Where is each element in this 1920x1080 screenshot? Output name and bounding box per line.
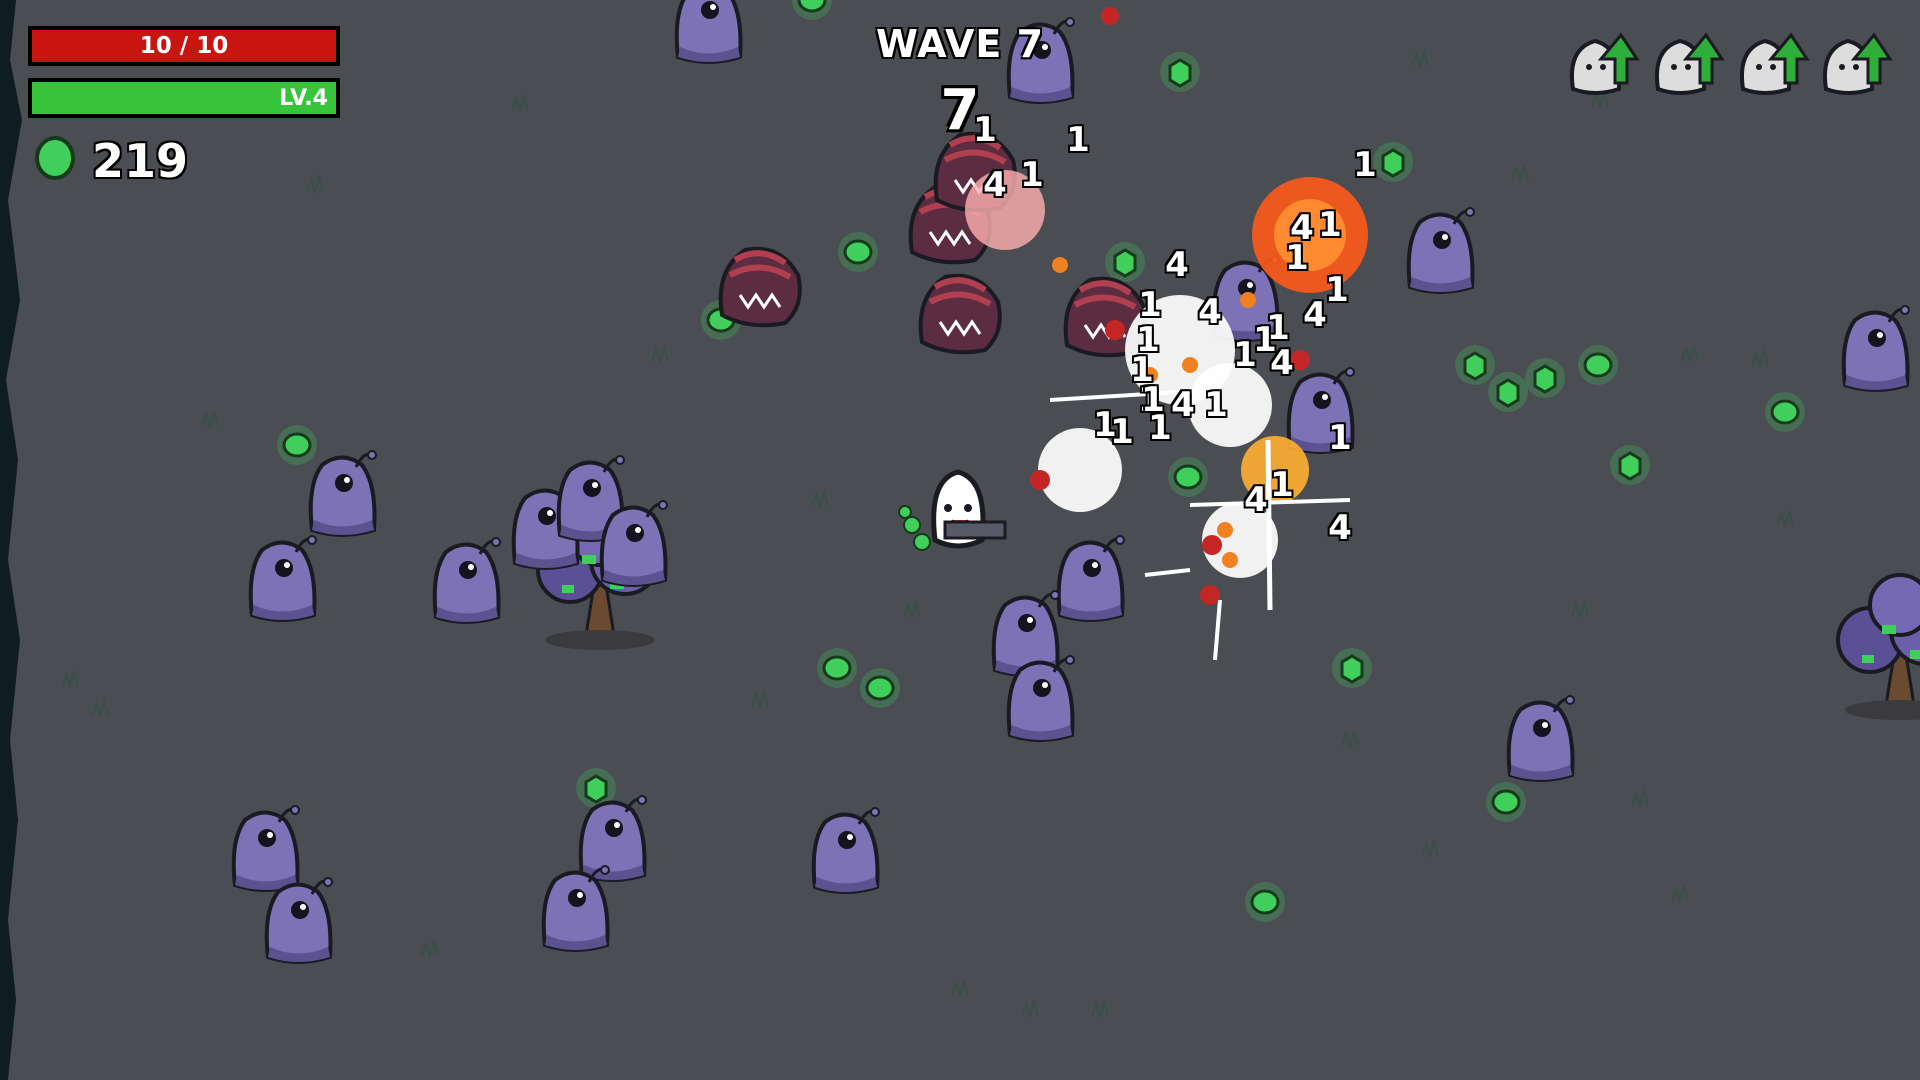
- damage-number: 1: [1066, 120, 1090, 160]
- wave-timer: 7: [940, 78, 980, 143]
- damage-number: 1: [1270, 465, 1294, 505]
- damage-number: 1: [1285, 238, 1309, 278]
- damage-number: 4: [1328, 508, 1352, 548]
- player: [898, 469, 1007, 551]
- damage-number: 1: [1148, 408, 1172, 448]
- damage-number: 4: [1303, 295, 1327, 335]
- damage-number: 1: [1204, 385, 1228, 425]
- damage-number: 4: [1198, 292, 1222, 332]
- damage-number: 1: [1318, 205, 1342, 245]
- damage-number: 4: [1244, 480, 1268, 520]
- damage-number: 4: [983, 165, 1007, 205]
- damage-number: 1: [1233, 335, 1257, 375]
- game-arena: [0, 0, 1920, 1080]
- damage-number: 4: [1171, 385, 1195, 425]
- left-wall: [0, 0, 22, 1080]
- damage-number: 1: [1110, 412, 1134, 452]
- damage-number: 1: [1020, 155, 1044, 195]
- damage-number: 4: [1270, 343, 1294, 383]
- damage-number: 1: [973, 110, 997, 150]
- damage-number: 4: [1165, 245, 1189, 285]
- damage-number: 1: [1353, 145, 1377, 185]
- damage-number: 1: [1328, 418, 1352, 458]
- damage-number: 1: [1138, 285, 1162, 325]
- wave-label: WAVE 7: [875, 22, 1045, 66]
- damage-number: 1: [1325, 270, 1349, 310]
- material-hud-icon: [35, 136, 75, 180]
